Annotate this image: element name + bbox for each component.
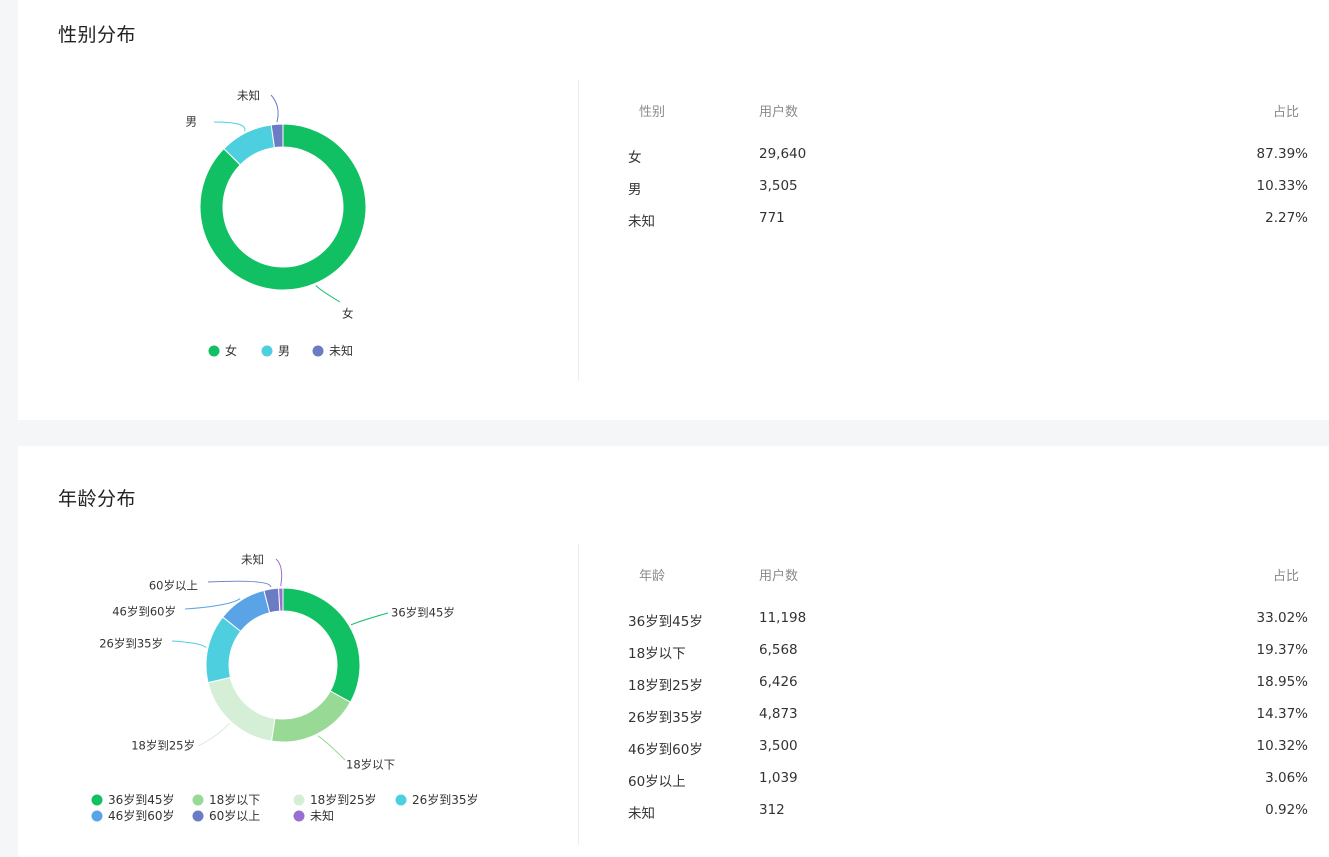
age-legend-label[interactable]: 18岁到25岁 [310, 792, 377, 807]
age-row-ratio: 18.95% [1256, 674, 1308, 690]
age-legend-marker[interactable] [91, 810, 103, 822]
age-legend-label[interactable]: 46岁到60岁 [108, 808, 175, 823]
age-donut-chart: 36岁到45岁18岁以下18岁到25岁26岁到35岁46岁到60岁60岁以上未知… [91, 553, 479, 823]
gender-legend-label[interactable]: 男 [278, 344, 290, 358]
age-leader-line [350, 612, 389, 626]
age-legend-marker[interactable] [293, 794, 305, 806]
gender-legend-marker[interactable] [261, 345, 273, 357]
gender-table-header-users: 用户数 [759, 105, 799, 120]
age-slice-label: 18岁以下 [346, 758, 395, 772]
age-table-header-ratio: 占比 [1272, 569, 1299, 584]
gender-leader-line [315, 285, 341, 303]
gender-row-users: 3,505 [759, 178, 798, 194]
age-leader-line [275, 558, 283, 587]
age-row-label: 46岁到60岁 [628, 742, 703, 758]
gender-table-header-category: 性别 [639, 105, 666, 120]
gender-leader-line [213, 121, 246, 132]
age-slice[interactable] [207, 676, 276, 742]
age-slice-label: 60岁以上 [149, 579, 198, 593]
gender-legend-marker[interactable] [312, 345, 324, 357]
age-row-ratio: 19.37% [1256, 642, 1308, 658]
age-row-users: 4,873 [759, 706, 798, 722]
age-legend-marker[interactable] [395, 794, 407, 806]
gender-slice-label: 女 [342, 307, 354, 321]
age-legend-marker[interactable] [192, 810, 204, 822]
gender-row-users: 771 [759, 210, 785, 226]
age-slice[interactable] [282, 587, 361, 703]
age-slice-label: 36岁到45岁 [391, 606, 455, 620]
age-slice[interactable] [270, 690, 352, 743]
age-slice-label: 未知 [241, 553, 264, 567]
age-legend-label[interactable]: 36岁到45岁 [108, 792, 175, 807]
gender-legend-label[interactable]: 女 [225, 343, 237, 358]
age-table-header-users: 用户数 [759, 569, 799, 584]
gender-row-label: 未知 [628, 214, 655, 230]
gender-legend-marker[interactable] [208, 345, 220, 357]
age-distribution-card: 年龄分布 36岁到45岁 18岁以下 18岁到25岁 26岁到35岁 46岁到60岁 60… [18, 446, 1329, 857]
age-divider [578, 544, 579, 845]
gender-row-ratio: 10.33% [1256, 178, 1308, 194]
age-leader-line [197, 722, 230, 747]
age-legend-label[interactable]: 26岁到35岁 [412, 792, 479, 807]
age-table-header-category: 年龄 [639, 569, 666, 584]
age-row-users: 6,568 [759, 642, 798, 658]
age-leader-line [317, 735, 346, 761]
gender-slice-label: 男 [186, 115, 198, 129]
age-slice-label: 46岁到60岁 [112, 605, 176, 619]
age-legend-label[interactable]: 18岁以下 [209, 792, 260, 807]
age-row-ratio: 10.32% [1256, 738, 1308, 754]
age-row-label: 未知 [628, 806, 655, 822]
age-row-ratio: 0.92% [1265, 802, 1308, 818]
age-row-ratio: 33.02% [1256, 610, 1308, 626]
age-row-label: 18岁以下 [628, 646, 686, 662]
age-row-users: 6,426 [759, 674, 798, 690]
age-row-ratio: 14.37% [1256, 706, 1308, 722]
age-leader-line [171, 640, 207, 649]
gender-row-ratio: 2.27% [1265, 210, 1308, 226]
age-row-users: 1,039 [759, 770, 798, 786]
age-row-ratio: 3.06% [1265, 770, 1308, 786]
gender-row-label: 男 [628, 182, 642, 198]
age-row-users: 3,500 [759, 738, 798, 754]
age-legend-marker[interactable] [91, 794, 103, 806]
age-leader-line [207, 580, 272, 588]
age-legend-label[interactable]: 60岁以上 [209, 808, 260, 823]
age-row-label: 36岁到45岁 [628, 614, 703, 630]
gender-slice-label: 未知 [237, 89, 260, 103]
age-legend-marker[interactable] [192, 794, 204, 806]
gender-legend-label[interactable]: 未知 [329, 344, 353, 358]
age-slice[interactable] [278, 587, 284, 612]
gender-divider [578, 80, 579, 381]
gender-row-users: 29,640 [759, 146, 807, 162]
age-row-label: 60岁以上 [628, 774, 686, 790]
age-legend-label[interactable]: 未知 [310, 809, 334, 823]
age-slice-label: 26岁到35岁 [99, 637, 163, 651]
age-legend-marker[interactable] [293, 810, 305, 822]
age-row-users: 11,198 [759, 610, 807, 626]
gender-table-header-ratio: 占比 [1272, 105, 1299, 120]
gender-donut-chart: 女男未知女男未知 [186, 89, 367, 358]
age-row-label: 18岁到25岁 [628, 678, 703, 694]
gender-leader-line [270, 94, 279, 123]
gender-row-label: 女 [628, 150, 642, 166]
age-row-users: 312 [759, 802, 785, 818]
gender-row-ratio: 87.39% [1256, 146, 1308, 162]
age-row-label: 26岁到35岁 [628, 710, 703, 726]
age-slice-label: 18岁到25岁 [131, 739, 195, 753]
gender-distribution-card: 性别分布 女男未知女男未知 性别 用户数 占比 女 29,640 87.39% … [18, 0, 1329, 420]
